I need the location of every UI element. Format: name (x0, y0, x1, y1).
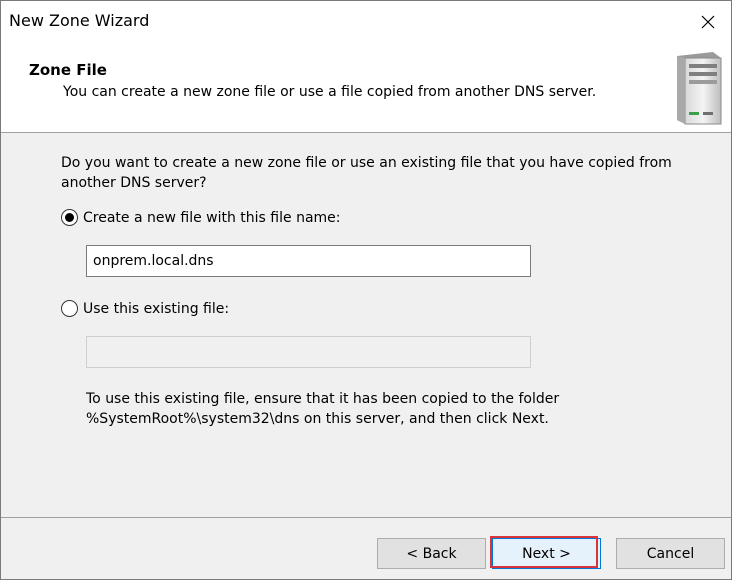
footer-divider (1, 517, 731, 518)
new-file-name-input[interactable]: onprem.local.dns (86, 245, 531, 277)
cancel-button[interactable]: Cancel (616, 538, 725, 569)
existing-file-note: To use this existing file, ensure that i… (86, 389, 706, 429)
close-button[interactable] (685, 1, 731, 43)
radio-create-new[interactable]: Create a new file with this file name: (61, 209, 341, 226)
note-line-1: To use this existing file, ensure that i… (86, 391, 560, 407)
page-subtitle: You can create a new zone file or use a … (63, 84, 597, 100)
question-text: Do you want to create a new zone file or… (61, 155, 672, 191)
back-button[interactable]: < Back (377, 538, 486, 569)
existing-file-input[interactable] (86, 336, 531, 368)
close-icon (701, 15, 715, 29)
radio-use-existing-label: Use this existing file: (83, 300, 230, 317)
wizard-window: New Zone Wizard Zone File You can create… (0, 0, 732, 580)
next-button[interactable]: Next > (492, 538, 601, 569)
note-line-2: %SystemRoot%\system32\dns on this server… (86, 411, 549, 427)
wizard-content: Do you want to create a new zone file or… (1, 133, 731, 517)
radio-create-new-label: Create a new file with this file name: (83, 209, 341, 226)
radio-button-use-existing[interactable] (61, 300, 78, 317)
server-icon (677, 52, 722, 125)
radio-use-existing[interactable]: Use this existing file: (61, 300, 229, 317)
radio-button-create-new[interactable] (61, 209, 78, 226)
window-title: New Zone Wizard (9, 11, 150, 30)
wizard-header: Zone File You can create a new zone file… (1, 43, 731, 133)
title-bar: New Zone Wizard (1, 1, 731, 43)
page-title: Zone File (29, 61, 107, 79)
